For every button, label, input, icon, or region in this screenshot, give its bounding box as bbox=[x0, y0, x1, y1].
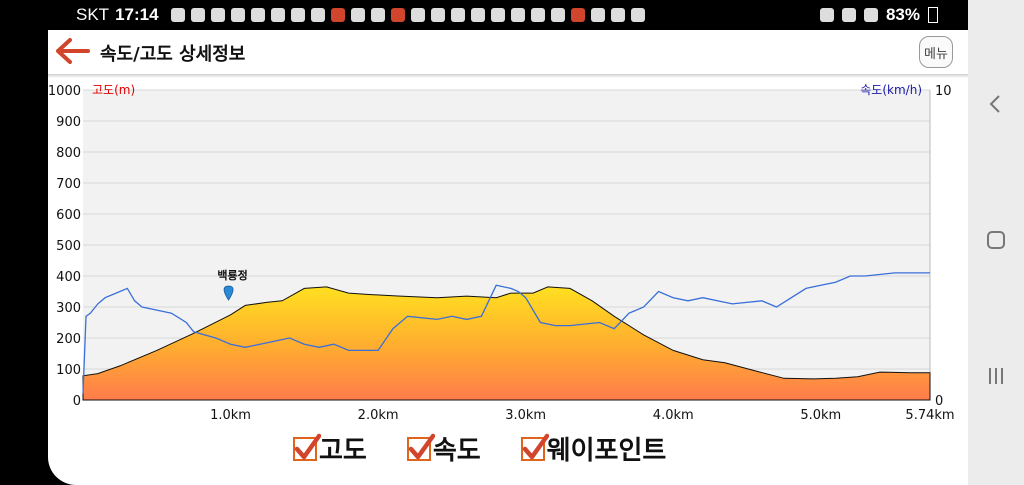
x-tick-label: 3.0km bbox=[505, 408, 546, 423]
x-tick-label: 2.0km bbox=[358, 408, 399, 423]
left-tick-label: 400 bbox=[56, 270, 81, 285]
legend-label: 웨이포인트 bbox=[546, 436, 667, 466]
status-bar: SKT 17:14 83% bbox=[48, 0, 968, 30]
chevron-left-icon bbox=[989, 95, 1000, 113]
battery-icon bbox=[928, 7, 938, 23]
home-square-icon bbox=[987, 231, 1005, 249]
right-tick-label: 10 bbox=[935, 84, 952, 99]
location-icon bbox=[819, 8, 834, 22]
legend-label: 고도 bbox=[319, 436, 367, 466]
nav-home-button[interactable] bbox=[968, 220, 1024, 260]
left-tick-label: 100 bbox=[56, 363, 81, 378]
legend-speed-toggle[interactable]: 속도 bbox=[406, 430, 481, 467]
waypoint-label: 백룡정 bbox=[217, 268, 247, 282]
news-icon bbox=[270, 8, 285, 22]
download-icon bbox=[630, 8, 645, 22]
legend-waypoint-toggle[interactable]: 웨이포인트 bbox=[520, 430, 667, 467]
left-tick-label: 700 bbox=[56, 177, 81, 192]
app-header: 속도/고도 상세정보 메뉴 bbox=[48, 30, 968, 78]
right-tick-label: 0 bbox=[935, 394, 943, 409]
search-icon bbox=[530, 8, 545, 22]
news-icon bbox=[350, 8, 365, 22]
download-icon bbox=[610, 8, 625, 22]
battery-level: 83% bbox=[885, 5, 920, 24]
x-tick-label: 1.0km bbox=[210, 408, 251, 423]
app-icon bbox=[330, 8, 345, 22]
left-tick-label: 200 bbox=[56, 332, 81, 347]
signal-icon bbox=[863, 8, 878, 22]
checkbox-icon bbox=[293, 433, 321, 461]
chart-legend: 고도 속도 웨이포인트 bbox=[293, 430, 666, 467]
right-axis-label: 속도(km/h) bbox=[860, 83, 922, 97]
left-axis-ticks: 10009008007006005004003002001000 bbox=[48, 84, 81, 409]
left-tick-label: 1000 bbox=[48, 84, 81, 99]
nav-recents-button[interactable] bbox=[968, 356, 1024, 396]
youtube-icon bbox=[190, 8, 205, 22]
right-axis-ticks: 10 0 bbox=[935, 84, 952, 409]
recents-icon bbox=[989, 368, 1003, 384]
left-tick-label: 0 bbox=[73, 394, 81, 409]
arrow-left-icon bbox=[56, 38, 90, 64]
x-tick-label: 5.74km bbox=[905, 408, 954, 423]
notification-icons bbox=[170, 8, 645, 22]
app-icon bbox=[570, 8, 585, 22]
mail-icon bbox=[290, 8, 305, 22]
gallery-icon bbox=[510, 8, 525, 22]
app-icon bbox=[550, 8, 565, 22]
app-icon bbox=[310, 8, 325, 22]
youtube-icon bbox=[210, 8, 225, 22]
menu-button[interactable]: 메뉴 bbox=[919, 36, 953, 68]
youtube-icon bbox=[230, 8, 245, 22]
app-icon bbox=[390, 8, 405, 22]
location-icon bbox=[470, 8, 485, 22]
youtube-icon bbox=[490, 8, 505, 22]
x-tick-label: 5.0km bbox=[800, 408, 841, 423]
left-axis-label: 고도(m) bbox=[92, 83, 135, 97]
page-title: 속도/고도 상세정보 bbox=[100, 44, 246, 65]
notification-icon bbox=[170, 8, 185, 22]
youtube-icon bbox=[250, 8, 265, 22]
left-tick-label: 300 bbox=[56, 301, 81, 316]
nav-back-button[interactable] bbox=[968, 84, 1024, 124]
app-icon bbox=[370, 8, 385, 22]
app-icon bbox=[410, 8, 425, 22]
checkbox-icon bbox=[406, 433, 435, 461]
app-icon bbox=[430, 8, 445, 22]
app-window: 속도/고도 상세정보 메뉴 1000 900 800 700 600 500 400 300 2… bbox=[48, 30, 968, 485]
back-button[interactable] bbox=[54, 36, 90, 66]
legend-label: 속도 bbox=[432, 436, 481, 466]
legend-altitude-toggle[interactable]: 고도 bbox=[293, 430, 367, 467]
left-tick-label: 900 bbox=[56, 115, 81, 130]
app-icon bbox=[450, 8, 465, 22]
shopping-icon bbox=[590, 8, 605, 22]
carrier-name: SKT bbox=[76, 5, 110, 24]
left-tick-label: 800 bbox=[56, 146, 81, 161]
left-tick-label: 600 bbox=[56, 208, 81, 223]
system-nav-bar bbox=[968, 0, 1024, 485]
clock: 17:14 bbox=[115, 5, 159, 24]
chart: 10009008007006005004003002001000 100 1.0… bbox=[48, 83, 955, 423]
wifi-icon bbox=[841, 8, 856, 22]
left-tick-label: 500 bbox=[56, 239, 81, 254]
x-tick-label: 4.0km bbox=[653, 408, 694, 423]
checkbox-icon bbox=[520, 433, 549, 461]
x-axis-ticks: 1.0km 2.0km 3.0km 4.0km 5.0km 5.74km bbox=[210, 408, 954, 423]
